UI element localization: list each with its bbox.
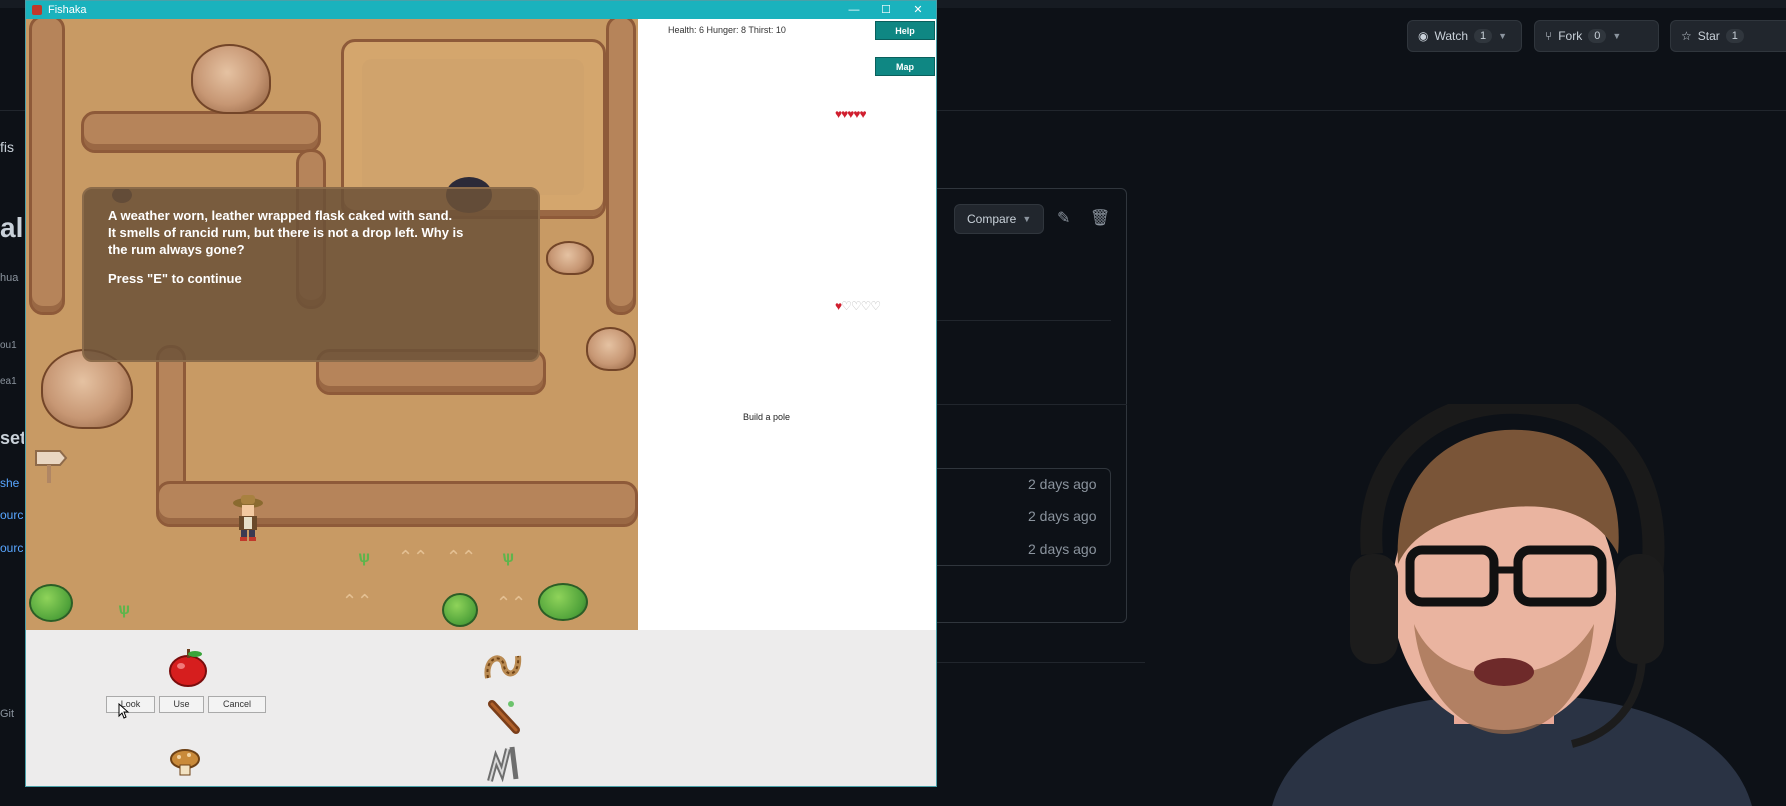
rope-icon[interactable] bbox=[482, 648, 524, 686]
watch-button[interactable]: ◉ Watch 1 ▼ bbox=[1407, 20, 1522, 52]
dialog-continue-prompt: Press "E" to continue bbox=[108, 271, 242, 286]
eye-icon: ◉ bbox=[1418, 29, 1429, 43]
star-count: 1 bbox=[1725, 29, 1744, 43]
mouse-cursor-icon bbox=[118, 703, 130, 719]
game-window[interactable]: Fishaka — ☐ ✕ ѱ ѱ ѱ ⌃⌃ ⌃⌃ ⌃⌃ ⌃⌃ A weathe… bbox=[25, 0, 937, 787]
file-age: 2 days ago bbox=[1028, 541, 1097, 557]
dialog-message: A weather worn, leather wrapped flask ca… bbox=[108, 208, 464, 257]
signpost bbox=[35, 450, 68, 483]
sprout: ѱ bbox=[502, 549, 515, 566]
heart-full-icon: ♥ bbox=[859, 107, 867, 121]
cancel-button[interactable]: Cancel bbox=[208, 696, 266, 713]
panel-divider bbox=[935, 404, 1127, 405]
star-label: Star bbox=[1697, 29, 1720, 43]
health-hearts: ♥♥♥♥♥ bbox=[835, 107, 867, 121]
chevron-down-icon: ▼ bbox=[1612, 31, 1622, 41]
stick-icon[interactable] bbox=[484, 696, 524, 736]
panel-divider bbox=[935, 320, 1111, 321]
section-fragment: sets bbox=[0, 428, 24, 448]
maximize-button[interactable]: ☐ bbox=[870, 1, 902, 19]
target-hearts: ♥♡♡♡♡ bbox=[835, 299, 881, 313]
compare-button[interactable]: Compare ▼ bbox=[954, 204, 1045, 234]
player-character bbox=[233, 495, 263, 541]
app-icon bbox=[32, 5, 42, 15]
link-fragment[interactable]: ourc bbox=[0, 508, 24, 522]
meta-fragment: ea1 bbox=[0, 376, 17, 387]
cliff-wall bbox=[29, 19, 65, 315]
window-titlebar[interactable]: Fishaka — ☐ ✕ bbox=[26, 1, 936, 19]
bush bbox=[538, 583, 588, 621]
boulder bbox=[586, 327, 636, 371]
heart-empty-icon: ♡ bbox=[860, 299, 872, 313]
cliff-wall bbox=[606, 19, 636, 315]
desktop: ◉ Watch 1 ▼ ⑂ Fork 0 ▼ ☆ Star 1 Compare … bbox=[0, 0, 1786, 806]
fork-count: 0 bbox=[1588, 29, 1607, 43]
footer-fragment: Git bbox=[0, 708, 15, 720]
sprout: ѱ bbox=[358, 549, 371, 566]
user-fragment: hua bbox=[0, 272, 19, 284]
fork-label: Fork bbox=[1558, 29, 1583, 43]
close-button[interactable]: ✕ bbox=[902, 1, 934, 19]
chevron-down-icon: ▼ bbox=[1498, 31, 1508, 41]
map-button[interactable]: Map bbox=[875, 57, 935, 76]
star-icon: ☆ bbox=[1681, 29, 1692, 43]
use-button[interactable]: Use bbox=[159, 696, 204, 713]
quest-text: Build a pole bbox=[743, 412, 791, 422]
cliff-wall bbox=[156, 481, 638, 527]
heart-empty-icon: ♡ bbox=[870, 299, 881, 313]
hook-icon[interactable] bbox=[482, 743, 524, 785]
bush bbox=[29, 584, 73, 622]
boulder bbox=[191, 44, 271, 114]
watch-count: 1 bbox=[1474, 29, 1493, 43]
sand-mound: ⌃⌃ bbox=[496, 593, 527, 613]
footer-divider bbox=[935, 662, 1145, 663]
help-button[interactable]: Help bbox=[875, 21, 935, 40]
repo-name-fragment: fis bbox=[0, 139, 14, 155]
side-panel: Health: 6 Hunger: 8 Thirst: 10 bbox=[638, 19, 936, 630]
sand-mound: ⌃⌃ bbox=[446, 547, 477, 567]
window-title: Fishaka bbox=[48, 4, 87, 16]
bush bbox=[442, 593, 478, 627]
watch-label: Watch bbox=[1434, 29, 1469, 43]
game-map[interactable]: ѱ ѱ ѱ ⌃⌃ ⌃⌃ ⌃⌃ ⌃⌃ A weather worn, leathe… bbox=[26, 19, 638, 630]
sprout: ѱ bbox=[118, 601, 131, 618]
link-fragment[interactable]: ourc bbox=[0, 541, 24, 555]
dialog-box: A weather worn, leather wrapped flask ca… bbox=[82, 187, 540, 362]
look-button[interactable]: Look bbox=[106, 696, 155, 713]
fork-button[interactable]: ⑂ Fork 0 ▼ bbox=[1534, 20, 1659, 52]
heading-fragment: al bbox=[0, 212, 24, 243]
pencil-icon[interactable]: ✎ bbox=[1057, 208, 1070, 228]
minimize-button[interactable]: — bbox=[838, 1, 870, 19]
heart-empty-icon: ♡ bbox=[850, 299, 862, 313]
file-age: 2 days ago bbox=[1028, 508, 1097, 524]
trash-icon[interactable]: 🗑 bbox=[1090, 208, 1110, 228]
heart-empty-icon: ♡ bbox=[841, 299, 852, 313]
plateau-top bbox=[362, 59, 584, 195]
sand-mound: ⌃⌃ bbox=[342, 591, 373, 611]
streamer-portrait bbox=[1272, 404, 1752, 806]
link-fragment[interactable]: she bbox=[0, 476, 24, 490]
meta-fragment: ou1 bbox=[0, 340, 17, 351]
stats-readout: Health: 6 Hunger: 8 Thirst: 10 bbox=[668, 25, 786, 35]
apple-icon[interactable] bbox=[166, 646, 210, 688]
star-button[interactable]: ☆ Star 1 bbox=[1670, 20, 1786, 52]
webcam-overlay bbox=[1232, 404, 1786, 806]
mushroom-icon[interactable] bbox=[169, 747, 201, 777]
chevron-down-icon: ▼ bbox=[1022, 214, 1032, 224]
cliff-wall bbox=[81, 111, 321, 153]
compare-label: Compare bbox=[967, 212, 1017, 226]
boulder bbox=[546, 241, 594, 275]
sand-mound: ⌃⌃ bbox=[398, 547, 429, 567]
fork-icon: ⑂ bbox=[1545, 29, 1553, 43]
file-age: 2 days ago bbox=[1028, 476, 1097, 492]
